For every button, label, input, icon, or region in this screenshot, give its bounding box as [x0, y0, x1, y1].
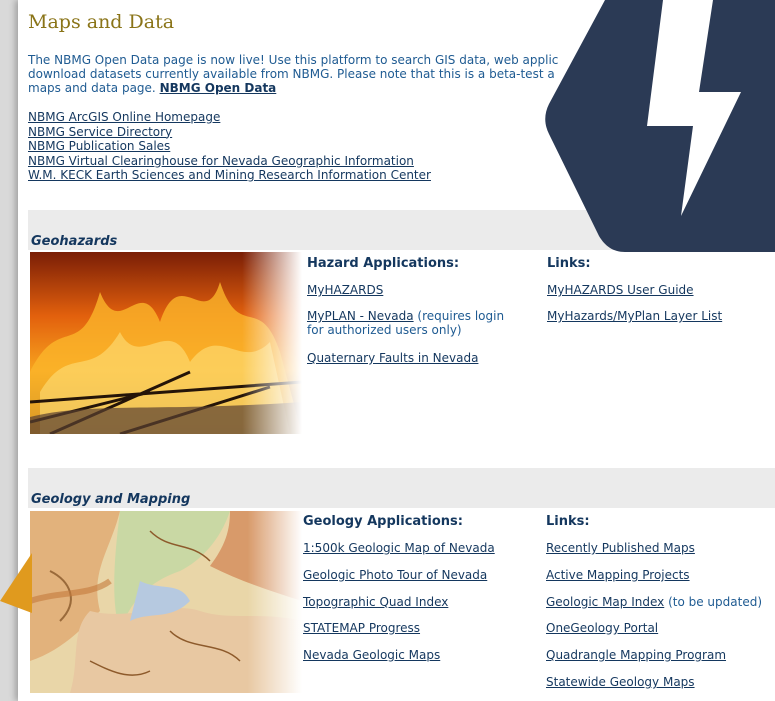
list-item: NBMG ArcGIS Online Homepage [28, 110, 431, 125]
list-item: Quaternary Faults in Nevada [307, 351, 478, 365]
list-item: Active Mapping Projects [546, 568, 690, 582]
geology-links-heading: Links: [546, 514, 590, 529]
nevada-geologic-maps-link[interactable]: Nevada Geologic Maps [303, 648, 440, 662]
lightning-bolt-icon [545, 0, 775, 252]
geology-apps-heading: Geology Applications: [303, 514, 463, 529]
keck-center-link[interactable]: W.M. KECK Earth Sciences and Mining Rese… [28, 168, 431, 182]
intro-line-3-text: maps and data page. [28, 81, 156, 95]
lightning-bolt-badge[interactable] [545, 0, 775, 252]
geologic-map-photo [30, 511, 302, 693]
list-item: Geologic Photo Tour of Nevada [303, 568, 487, 582]
list-item: MyHazards/MyPlan Layer List [547, 309, 722, 323]
list-item: 1:500k Geologic Map of Nevada [303, 541, 495, 555]
orange-triangle-icon [0, 553, 32, 613]
list-item: Statewide Geology Maps [546, 675, 695, 689]
open-data-link[interactable]: NBMG Open Data [160, 81, 277, 95]
list-item: Topographic Quad Index [303, 595, 448, 609]
list-item: NBMG Service Directory [28, 125, 431, 140]
quadrangle-mapping-program-link[interactable]: Quadrangle Mapping Program [546, 648, 726, 662]
geologic-map-index-link[interactable]: Geologic Map Index [546, 595, 664, 609]
onegeology-portal-link[interactable]: OneGeology Portal [546, 621, 658, 635]
myplan-note: (requires login [417, 309, 505, 323]
topographic-quad-index-link[interactable]: Topographic Quad Index [303, 595, 448, 609]
virtual-clearinghouse-link[interactable]: NBMG Virtual Clearinghouse for Nevada Ge… [28, 154, 414, 168]
recently-published-maps-link[interactable]: Recently Published Maps [546, 541, 695, 555]
myplan-nevada-link[interactable]: MyPLAN - Nevada [307, 309, 414, 323]
list-item: W.M. KECK Earth Sciences and Mining Rese… [28, 168, 431, 183]
quaternary-faults-link[interactable]: Quaternary Faults in Nevada [307, 351, 478, 365]
service-directory-link[interactable]: NBMG Service Directory [28, 125, 172, 139]
list-item: Quadrangle Mapping Program [546, 648, 726, 662]
list-item: STATEMAP Progress [303, 621, 420, 635]
myhazards-link[interactable]: MyHAZARDS [307, 283, 383, 297]
list-item: OneGeology Portal [546, 621, 658, 635]
list-item: MyHAZARDS [307, 283, 383, 297]
geologic-map-image [30, 511, 302, 693]
page-title: Maps and Data [28, 11, 175, 33]
geologic-photo-tour-link[interactable]: Geologic Photo Tour of Nevada [303, 568, 487, 582]
list-item: MyPLAN - Nevada (requires login for autho… [307, 309, 522, 337]
list-item: Nevada Geologic Maps [303, 648, 440, 662]
arcgis-online-link[interactable]: NBMG ArcGIS Online Homepage [28, 110, 220, 124]
list-item: NBMG Virtual Clearinghouse for Nevada Ge… [28, 154, 431, 169]
list-item: Geologic Map Index (to be updated) [546, 595, 762, 609]
top-links-list: NBMG ArcGIS Online Homepage NBMG Service… [28, 110, 431, 183]
orange-triangle-shape [0, 553, 32, 613]
hazard-apps-heading: Hazard Applications: [307, 256, 460, 271]
myplan-note-2: for authorized users only) [307, 323, 462, 337]
myhazards-user-guide-link[interactable]: MyHAZARDS User Guide [547, 283, 694, 297]
wildfire-image [30, 252, 302, 434]
geologic-map-500k-link[interactable]: 1:500k Geologic Map of Nevada [303, 541, 495, 555]
list-item: NBMG Publication Sales [28, 139, 431, 154]
layer-list-link[interactable]: MyHazards/MyPlan Layer List [547, 309, 722, 323]
list-item: MyHAZARDS User Guide [547, 283, 694, 297]
statemap-progress-link[interactable]: STATEMAP Progress [303, 621, 420, 635]
geology-title: Geology and Mapping [31, 492, 191, 507]
active-mapping-projects-link[interactable]: Active Mapping Projects [546, 568, 690, 582]
geohazards-title: Geohazards [31, 234, 118, 249]
list-item: Recently Published Maps [546, 541, 695, 555]
geohazards-links-heading: Links: [547, 256, 591, 271]
publication-sales-link[interactable]: NBMG Publication Sales [28, 139, 170, 153]
statewide-geology-maps-link[interactable]: Statewide Geology Maps [546, 675, 695, 689]
map-index-note: (to be updated) [668, 595, 763, 609]
wildfire-photo [30, 252, 302, 434]
